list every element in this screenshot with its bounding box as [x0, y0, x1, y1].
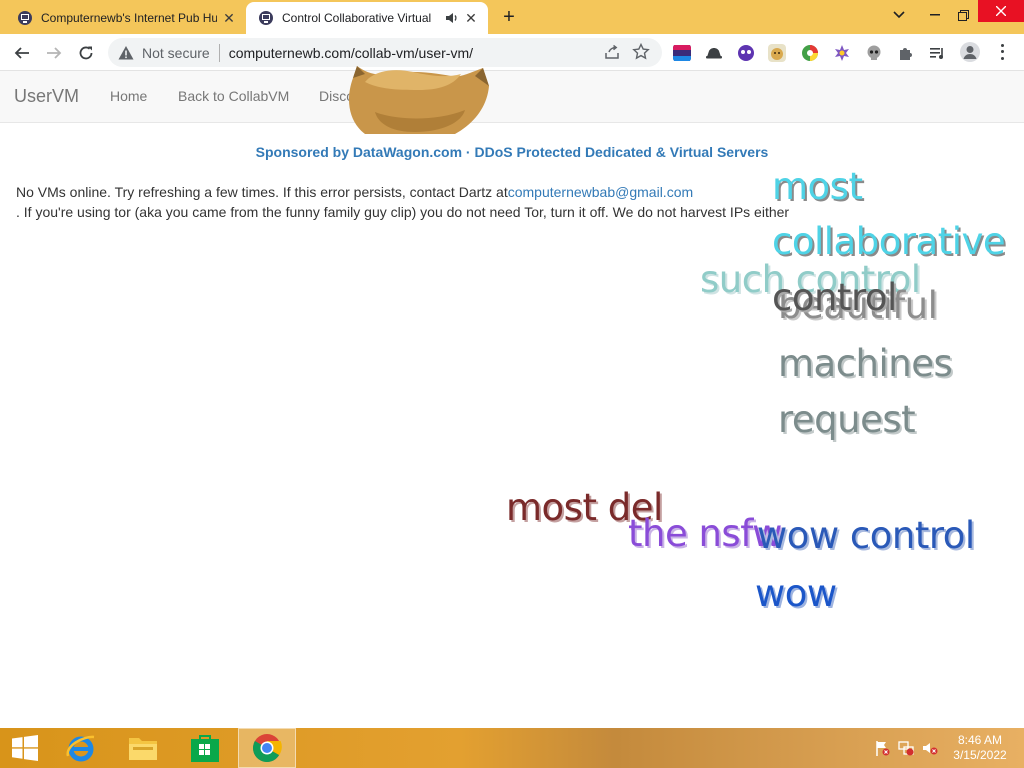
error-message-text: No VMs online. Try refreshing a few time… [16, 184, 508, 200]
computernewb-favicon-icon [18, 11, 32, 25]
nav-link-home[interactable]: Home [110, 88, 147, 104]
tab-title: Control Collaborative Virtual [282, 11, 432, 25]
security-label[interactable]: Not secure [142, 45, 210, 61]
windows-taskbar: 8:46 AM 3/15/2022 [0, 728, 1024, 768]
doge-word-most: most [772, 165, 863, 208]
chrome-icon[interactable] [238, 728, 296, 768]
windows-store-icon[interactable] [176, 728, 234, 768]
start-windows-icon[interactable] [0, 728, 50, 768]
url-text[interactable]: computernewb.com/collab-vm/user-vm/ [229, 45, 473, 61]
network-icon[interactable] [898, 740, 914, 756]
volume-muted-icon[interactable] [922, 740, 938, 756]
clock-date: 3/15/2022 [953, 748, 1007, 762]
tab-title: Computernewb's Internet Pub Hu [41, 11, 217, 25]
contact-email-link[interactable]: computernewbab@gmail.com [508, 184, 693, 200]
browser-toolbar: Not secure computernewb.com/collab-vm/us… [0, 34, 1024, 71]
back-arrow-icon[interactable] [9, 40, 35, 66]
tab-search-chevron-down-icon[interactable] [882, 0, 916, 30]
nav-link-back-to-collabvm[interactable]: Back to CollabVM [178, 88, 289, 104]
bookmark-star-icon[interactable] [632, 43, 650, 61]
extension-flag-icon[interactable] [673, 44, 691, 62]
tab-control-collaborative[interactable]: Control Collaborative Virtual ✕ [246, 2, 488, 34]
extensions-puzzle-icon[interactable] [897, 44, 915, 62]
sponsor-link[interactable]: Sponsored by DataWagon.com · DDoS Protec… [0, 144, 1024, 160]
forward-arrow-icon[interactable] [41, 40, 67, 66]
warning-icon[interactable] [118, 45, 134, 61]
doge-word-wow-control: wow control [757, 514, 975, 557]
extension-color-wheel-icon[interactable] [801, 44, 819, 62]
system-clock[interactable]: 8:46 AM 3/15/2022 [944, 733, 1016, 763]
window-close-icon[interactable] [978, 0, 1024, 22]
browser-menu-kebab-icon[interactable] [994, 42, 1010, 62]
internet-explorer-icon[interactable] [52, 728, 110, 768]
omnibox-divider [218, 43, 220, 62]
screen: Computernewb's Internet Pub Hu ✕ Control… [0, 0, 1024, 768]
extension-mask-icon[interactable] [737, 44, 755, 62]
computernewb-favicon-icon [259, 11, 273, 25]
clock-time: 8:46 AM [957, 733, 1003, 747]
extension-skull-icon[interactable] [865, 44, 883, 62]
extension-doge-icon[interactable] [768, 44, 786, 62]
extension-star-burst-icon[interactable] [833, 44, 851, 62]
navbar-brand[interactable]: UserVM [14, 86, 79, 107]
site-navbar: UserVM Home Back to CollabVM Disco [0, 71, 1024, 123]
error-message-line-1: No VMs online. Try refreshing a few time… [16, 184, 693, 200]
extension-hat-icon[interactable] [705, 44, 723, 62]
share-icon[interactable] [604, 44, 620, 60]
doge-word-control: control [772, 276, 897, 319]
media-queue-icon[interactable] [929, 44, 947, 62]
reload-icon[interactable] [73, 40, 99, 66]
doge-word-collaborative: collaborative [772, 220, 1006, 263]
tab-close-icon[interactable]: ✕ [221, 10, 237, 26]
action-center-flag-icon[interactable] [874, 740, 890, 756]
doge-word-machines: machines [778, 342, 953, 385]
tab-computernewb[interactable]: Computernewb's Internet Pub Hu ✕ [0, 2, 246, 34]
doge-word-wow: wow [755, 572, 837, 615]
error-message-line-2: . If you're using tor (aka you came from… [16, 204, 790, 220]
profile-avatar-icon[interactable] [960, 42, 980, 62]
doge-image [349, 66, 489, 134]
restore-icon[interactable] [946, 0, 980, 30]
doge-word-request: request [778, 398, 916, 441]
tab-strip: Computernewb's Internet Pub Hu ✕ Control… [0, 0, 1024, 34]
new-tab-button[interactable]: + [498, 6, 520, 28]
speaker-icon[interactable] [445, 11, 459, 25]
tab-close-icon[interactable]: ✕ [463, 10, 479, 26]
file-explorer-icon[interactable] [114, 728, 172, 768]
